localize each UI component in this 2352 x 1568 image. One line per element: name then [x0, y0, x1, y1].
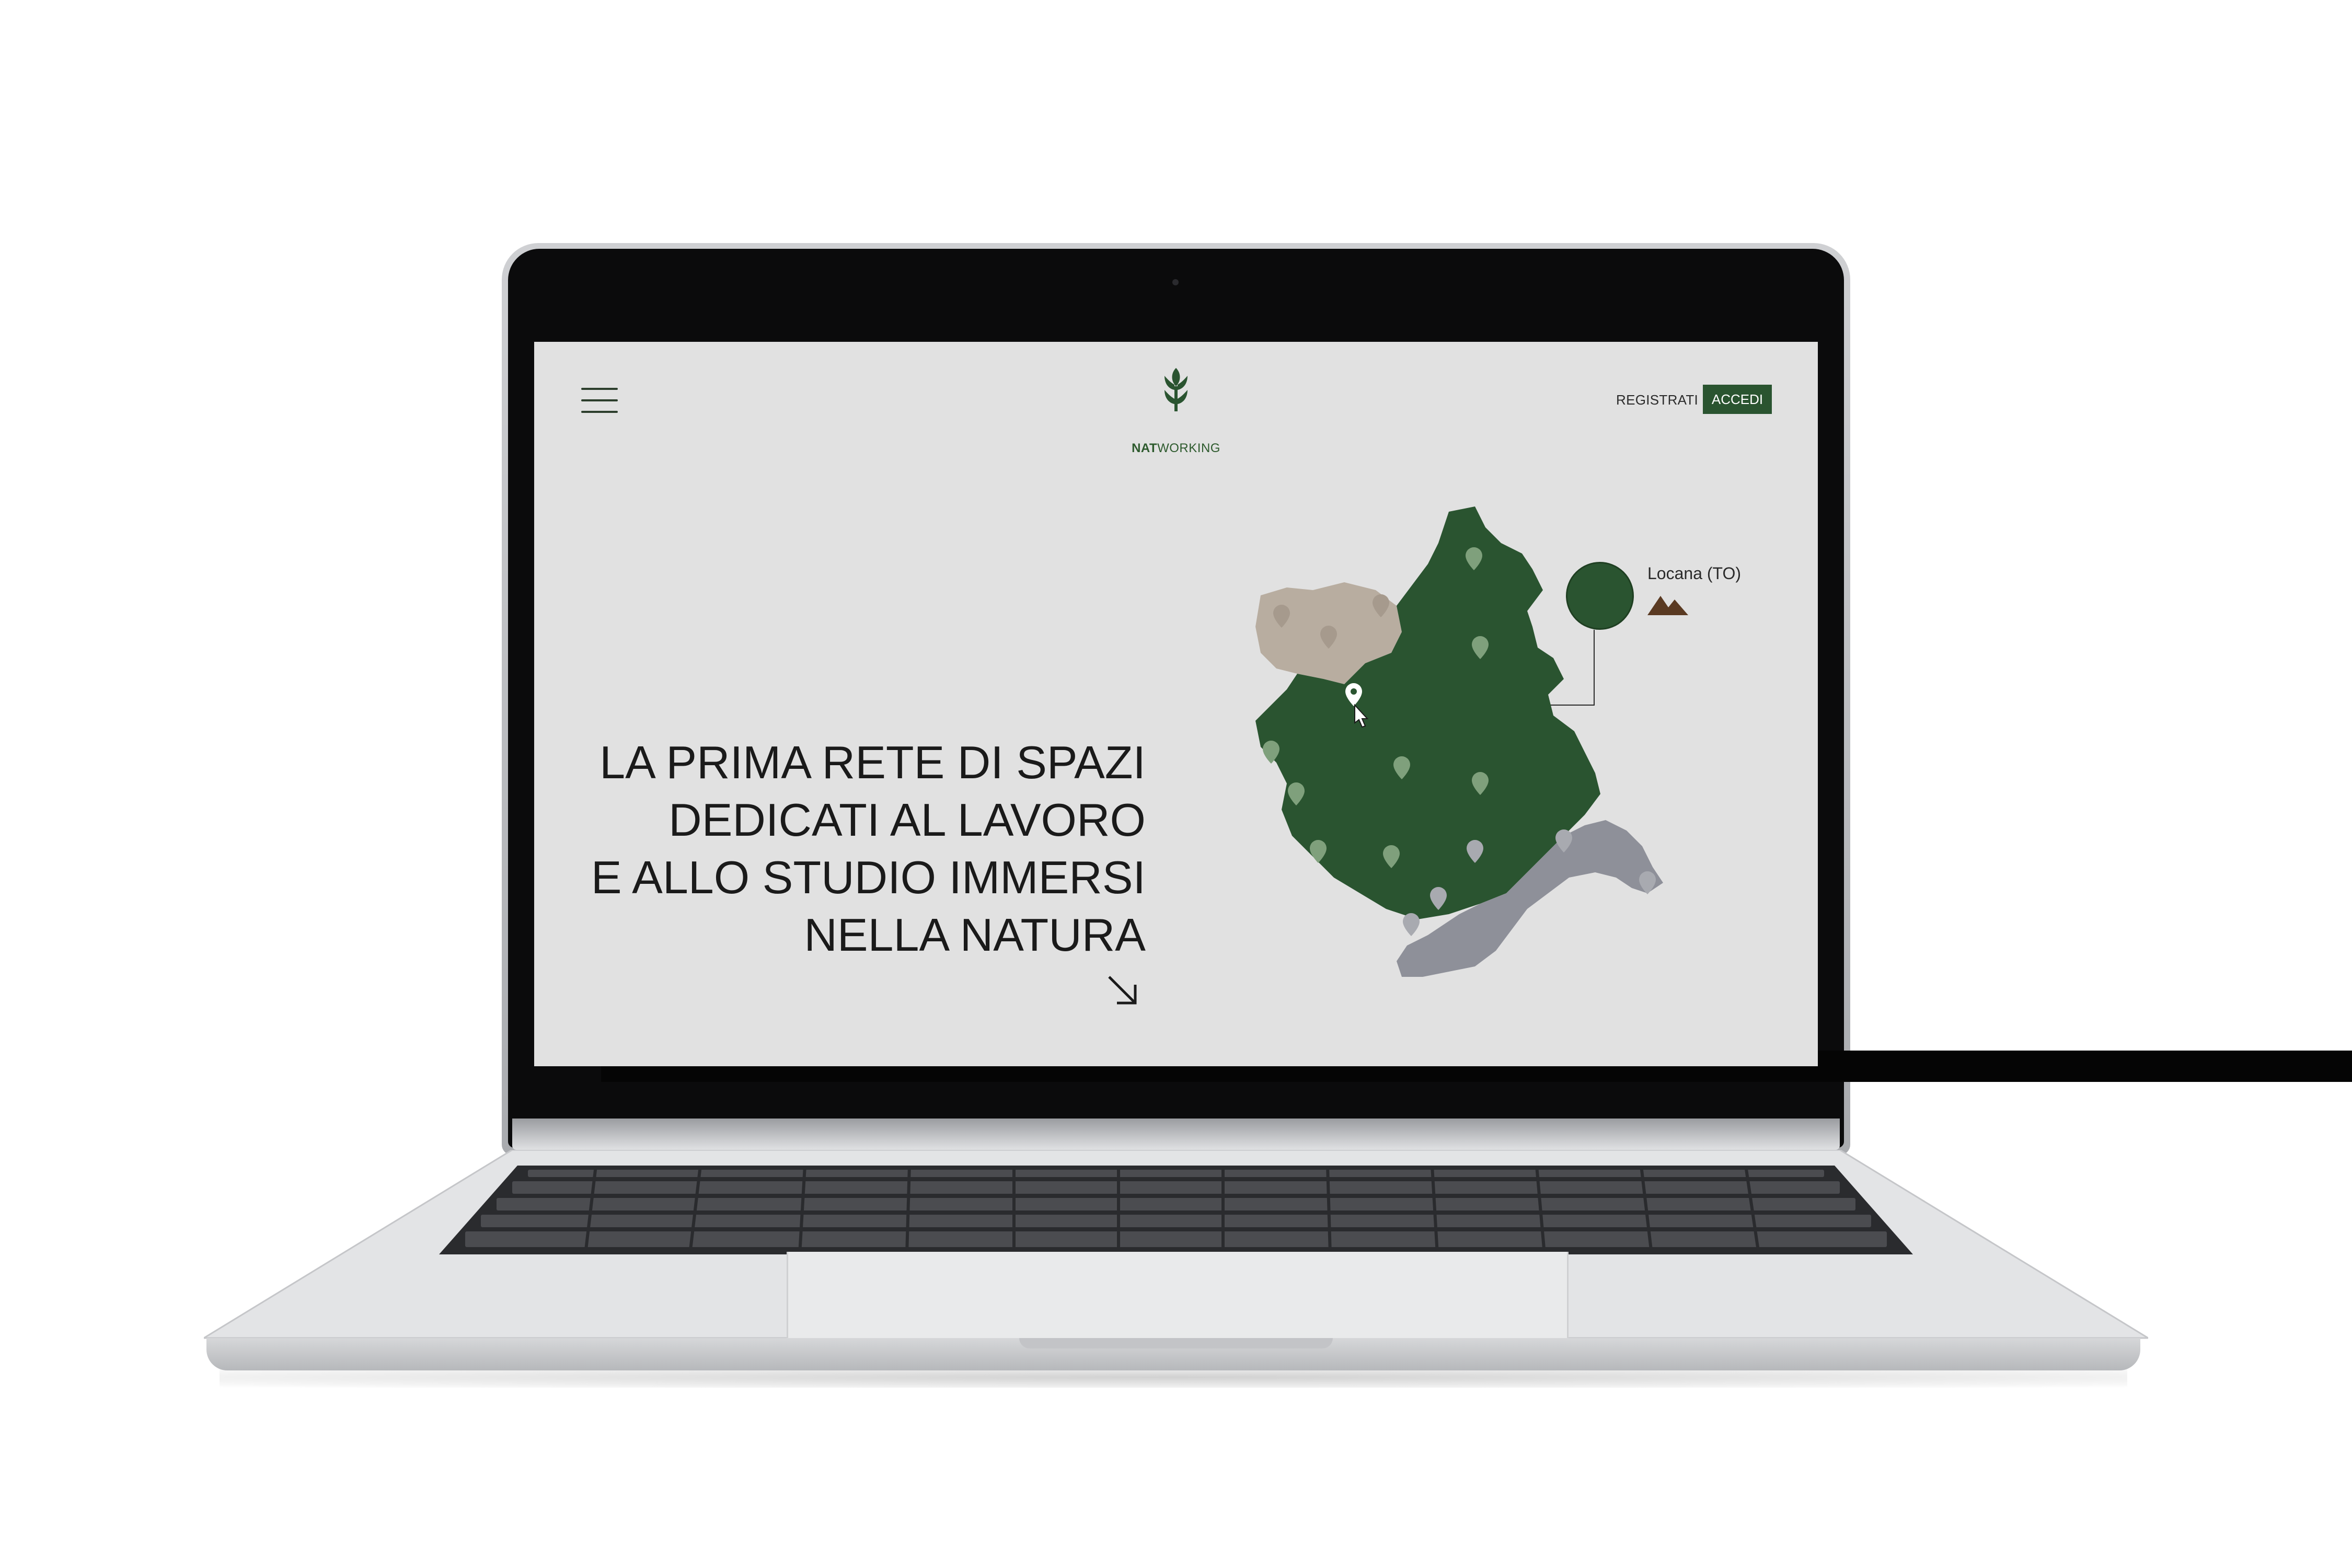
logo-wordmark: NATWORKING [1132, 441, 1220, 455]
keyboard [439, 1166, 1913, 1254]
natworking-logo[interactable]: NATWORKING [1113, 363, 1239, 467]
laptop-mockup: NATWORKING REGISTRATI ACCEDI LA PRIMA RE… [0, 0, 2352, 1568]
webcam-icon [1172, 279, 1179, 285]
arrow-down-right-icon[interactable] [1104, 972, 1140, 1008]
location-tooltip-marker[interactable] [1566, 562, 1634, 630]
pin-icon [1403, 913, 1420, 936]
hero-line: DEDICATI AL LAVORO [668, 794, 1146, 846]
login-button[interactable]: ACCEDI [1703, 385, 1772, 414]
regional-map[interactable] [1229, 459, 1804, 1060]
laptop-hinge [512, 1119, 1840, 1150]
hero-line: LA PRIMA RETE DI SPAZI [599, 736, 1146, 788]
leaf-logo-icon [1165, 368, 1187, 411]
hero-line: NELLA NATURA [804, 909, 1146, 961]
lid-opening-notch [1019, 1338, 1333, 1348]
hero-line: E ALLO STUDIO IMMERSI [591, 851, 1146, 903]
mountains-icon [1647, 596, 1688, 615]
website-screen: NATWORKING REGISTRATI ACCEDI LA PRIMA RE… [534, 342, 1818, 1066]
location-tooltip-label: Locana (TO) [1647, 564, 1742, 583]
register-link[interactable]: REGISTRATI [1616, 392, 1698, 408]
hero-headline: LA PRIMA RETE DI SPAZI DEDICATI AL LAVOR… [586, 734, 1146, 964]
menu-icon[interactable] [581, 388, 618, 413]
